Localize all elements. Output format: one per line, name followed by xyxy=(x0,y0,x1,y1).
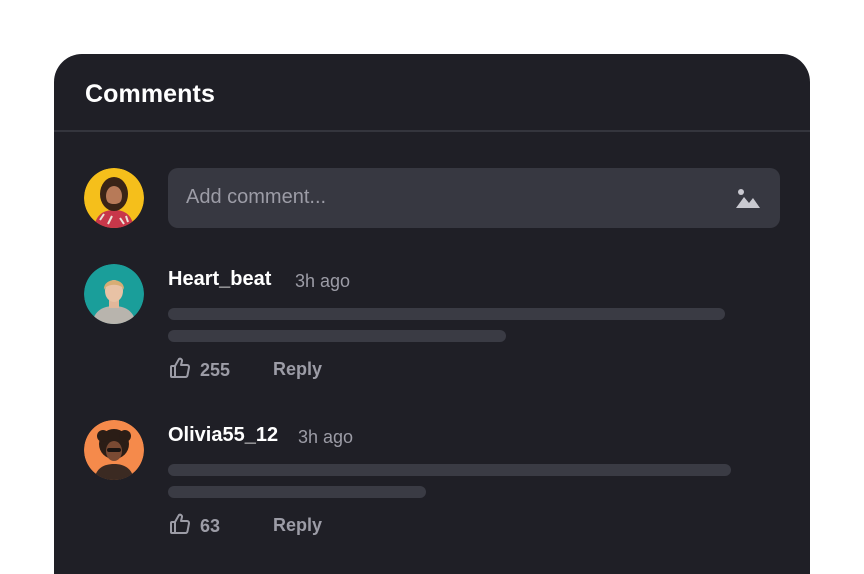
comments-panel: Comments Add comment... Heart_beat 3h ag… xyxy=(54,54,810,574)
like-count: 63 xyxy=(200,515,221,536)
reply-button[interactable]: Reply xyxy=(273,515,322,536)
comment-avatar xyxy=(84,420,144,480)
comment-text-line xyxy=(168,464,731,476)
comment-item: Heart_beat 3h ago 255 Reply xyxy=(54,264,810,404)
comment-text-line xyxy=(168,330,506,342)
comment-author[interactable]: Heart_beat xyxy=(168,268,271,291)
comment-author[interactable]: Olivia55_12 xyxy=(168,424,278,447)
comment-item: Olivia55_12 3h ago 63 Reply xyxy=(54,420,810,560)
thumbs-up-icon xyxy=(168,356,192,385)
add-comment-placeholder: Add comment... xyxy=(186,186,327,208)
comment-timestamp: 3h ago xyxy=(295,271,351,291)
add-comment-input[interactable]: Add comment... xyxy=(168,168,780,228)
comment-timestamp: 3h ago xyxy=(298,427,354,447)
like-button[interactable]: 63 xyxy=(168,512,221,541)
thumbs-up-icon xyxy=(168,512,192,541)
comment-avatar xyxy=(84,264,144,324)
current-user-avatar xyxy=(84,168,144,228)
like-button[interactable]: 255 xyxy=(168,356,231,385)
comment-text-line xyxy=(168,486,426,498)
like-count: 255 xyxy=(200,359,231,380)
reply-button[interactable]: Reply xyxy=(273,359,322,380)
comment-text-line xyxy=(168,308,725,320)
image-icon[interactable] xyxy=(734,186,762,210)
panel-title: Comments xyxy=(85,80,215,108)
panel-header: Comments xyxy=(54,54,810,132)
